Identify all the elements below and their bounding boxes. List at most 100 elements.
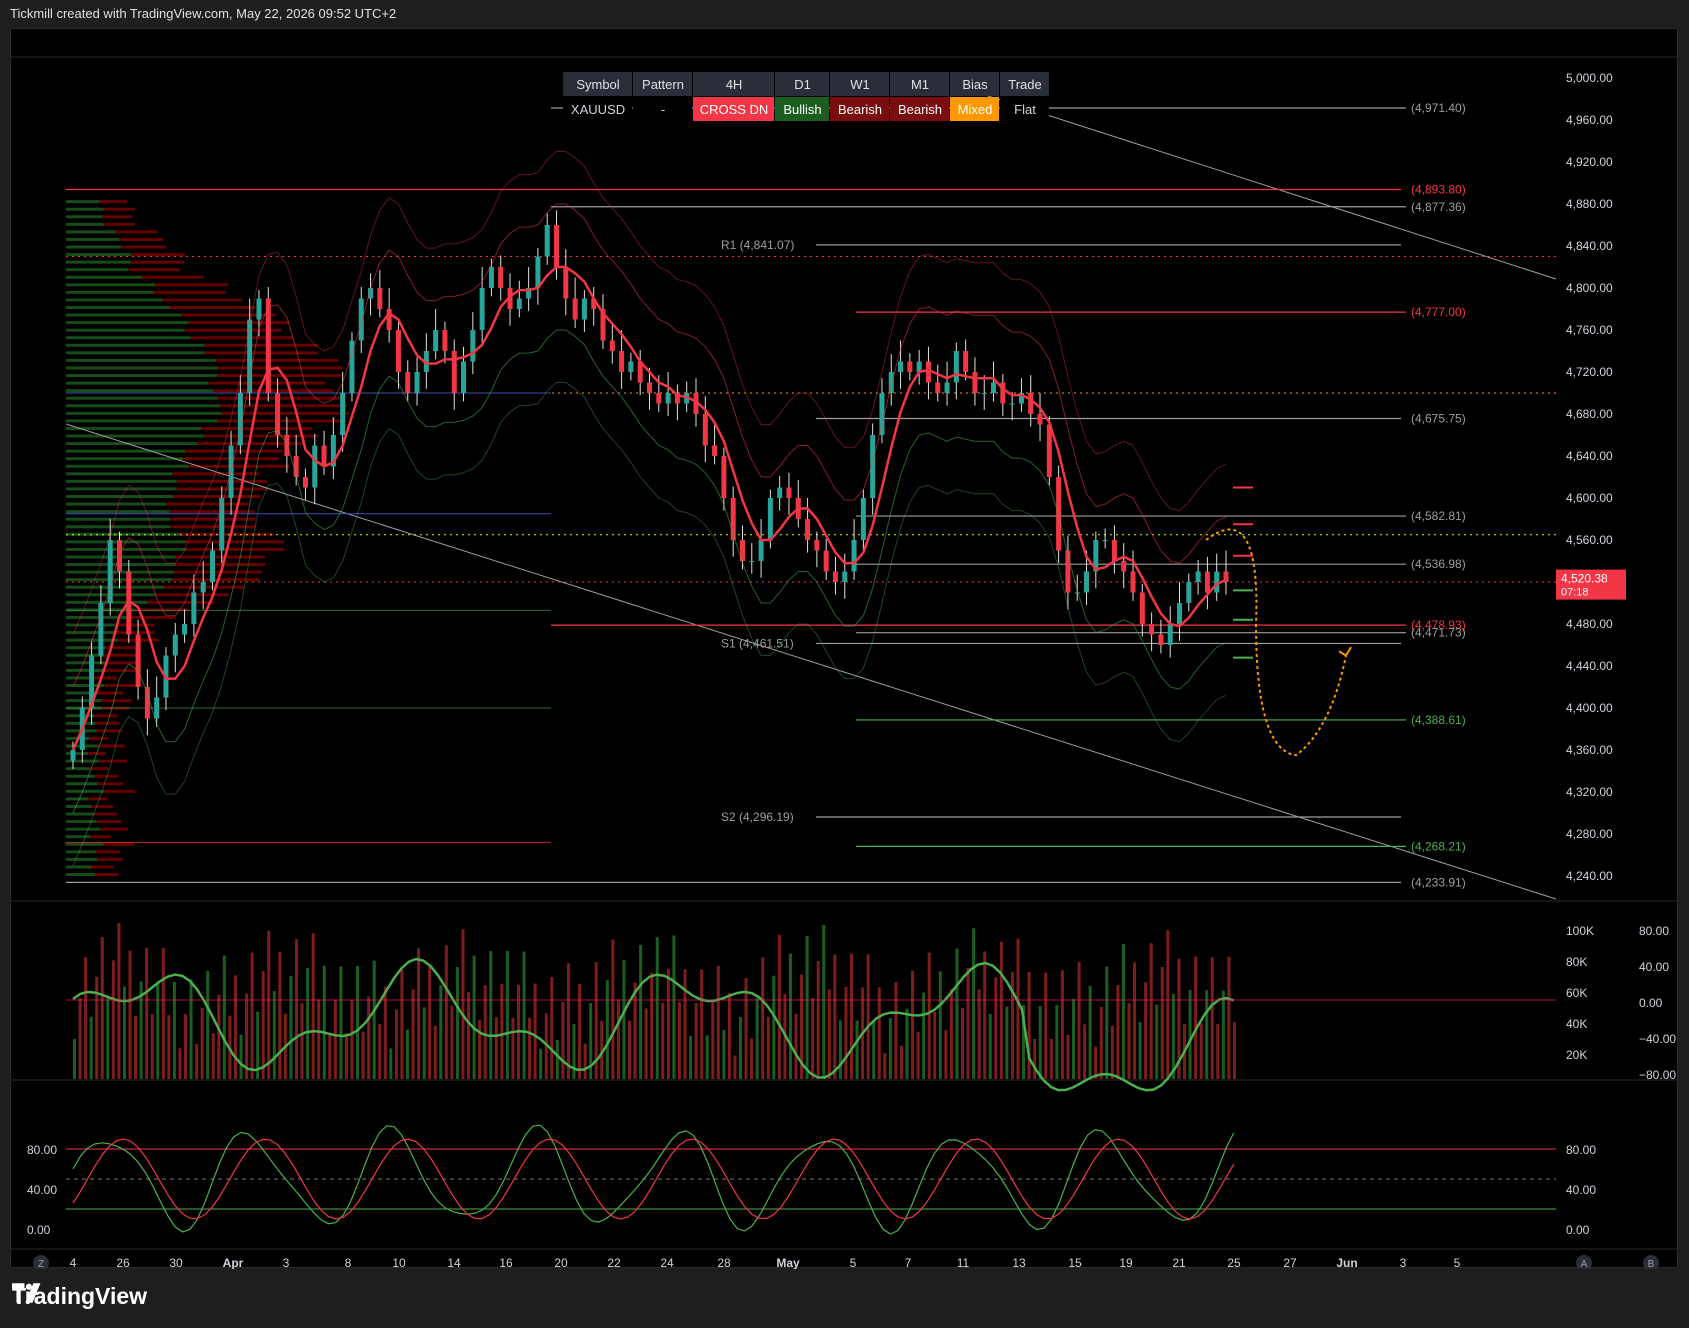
volume-bar	[1083, 1024, 1086, 1079]
volume-bar	[395, 1009, 398, 1079]
volume-profile-bar	[173, 495, 261, 498]
volume-profile-bar	[218, 366, 343, 369]
volume-profile-bar	[66, 661, 105, 664]
candle-body	[721, 456, 726, 498]
candle-body	[377, 288, 382, 309]
candle-body	[322, 446, 327, 467]
volume-bar	[650, 972, 653, 1079]
candle-body	[284, 435, 289, 456]
upper-band-line	[73, 204, 1226, 687]
level-label: (4,582.81)	[1411, 509, 1466, 523]
time-tick-label: 26	[116, 1256, 130, 1269]
candle-body	[656, 393, 661, 404]
volume-bar	[389, 1048, 392, 1079]
volume-profile-bar	[66, 298, 163, 301]
volume-profile-bar	[95, 873, 119, 876]
table-value: -	[661, 102, 665, 117]
volume-profile-bar	[96, 850, 120, 853]
candle-body	[1140, 593, 1145, 625]
volume-bar	[1166, 930, 1169, 1079]
volume-profile-bar	[97, 782, 123, 785]
volume-profile-bar	[166, 503, 248, 506]
oscillator-tick-label: −80.00	[1639, 1068, 1676, 1082]
level-label: R1 (4,841.07)	[721, 238, 794, 252]
volume-bar	[1150, 943, 1153, 1079]
candle-body	[786, 488, 791, 499]
price-tick-label: 4,880.00	[1566, 197, 1613, 211]
table-header-pattern: Pattern	[642, 77, 684, 92]
current-price-countdown: 07:18	[1561, 587, 1589, 599]
volume-profile-bar	[66, 495, 173, 498]
volume-bar	[1205, 990, 1208, 1079]
volume-profile-bar	[66, 230, 116, 233]
volume-profile-bar	[66, 306, 170, 309]
volume-bar	[1128, 1003, 1131, 1079]
time-tick-label: 4	[70, 1256, 77, 1269]
volume-bar	[634, 982, 637, 1079]
oscillator-tick-label: 80.00	[1639, 924, 1669, 938]
volume-bar	[301, 1003, 304, 1079]
volume-profile-bar	[66, 351, 205, 354]
candle-body	[991, 383, 996, 394]
volume-bar	[883, 1053, 886, 1079]
candle-body	[1038, 414, 1043, 425]
volume-bar	[1200, 1023, 1203, 1079]
price-tick-label: 4,480.00	[1566, 617, 1613, 631]
chart-svg[interactable]: 5,000.00 4,960.00 4,920.00 4,880.00 4,840.00…	[11, 29, 1679, 1269]
volume-bar	[689, 1036, 692, 1079]
candle-body	[1205, 572, 1210, 593]
volume-bar	[978, 989, 981, 1079]
table-value: CROSS DN	[700, 102, 769, 117]
candle-body	[470, 330, 475, 362]
volume-bar	[850, 954, 853, 1079]
candle-body	[1112, 540, 1117, 561]
volume-bar	[223, 955, 226, 1079]
volume-profile-bar	[191, 336, 293, 339]
volume-profile-bar	[66, 283, 155, 286]
volume-bar	[434, 1026, 437, 1079]
candle-body	[945, 383, 950, 394]
volume-bar	[1072, 999, 1075, 1079]
volume-bar	[295, 939, 298, 1079]
time-tick-label: 30	[169, 1256, 183, 1269]
time-tick-label: 8	[345, 1256, 352, 1269]
candle-body	[1149, 624, 1154, 635]
volume-bar	[828, 989, 831, 1079]
candle-body	[712, 446, 717, 457]
volume-bar	[278, 952, 281, 1079]
volume-bar	[761, 958, 764, 1079]
volume-bar	[84, 957, 87, 1079]
volume-profile-bar	[163, 298, 242, 301]
oscillator-tick-label: 40.00	[1639, 960, 1669, 974]
chart-area[interactable]: 5,000.00 4,960.00 4,920.00 4,880.00 4,840.00…	[10, 28, 1678, 1268]
volume-profile-bar	[66, 336, 191, 339]
volume-bar	[922, 993, 925, 1079]
volume-profile-bar	[119, 238, 163, 241]
volume-profile-bar	[121, 246, 166, 249]
volume-profile-bar	[104, 843, 135, 846]
volume-bar	[262, 971, 265, 1079]
volume-bar	[684, 969, 687, 1079]
volume-profile-bar	[66, 669, 105, 672]
volume-bar	[1005, 1007, 1008, 1079]
candle-body	[879, 393, 884, 435]
candle-body	[582, 299, 587, 320]
price-axis: 5,000.004,960.004,920.004,880.004,840.00…	[1566, 71, 1613, 883]
candle-body	[935, 383, 940, 394]
volume-bar	[1028, 972, 1031, 1079]
volume-bar	[378, 1024, 381, 1079]
volume-bar	[323, 966, 326, 1079]
volume-bar	[273, 991, 276, 1079]
volume-profile-bar	[105, 661, 137, 664]
volume-bar	[1116, 985, 1119, 1079]
volume-profile-bar	[97, 858, 123, 861]
volume-bar	[151, 1014, 154, 1079]
volume-bar	[156, 981, 159, 1079]
volume-bar	[811, 998, 814, 1079]
time-tick-label: 13	[1012, 1256, 1026, 1269]
volume-bar	[417, 948, 420, 1079]
candle-body	[210, 551, 215, 583]
volume-profile-bar	[94, 813, 117, 816]
candle-body	[814, 540, 819, 551]
candle-body	[768, 498, 773, 540]
